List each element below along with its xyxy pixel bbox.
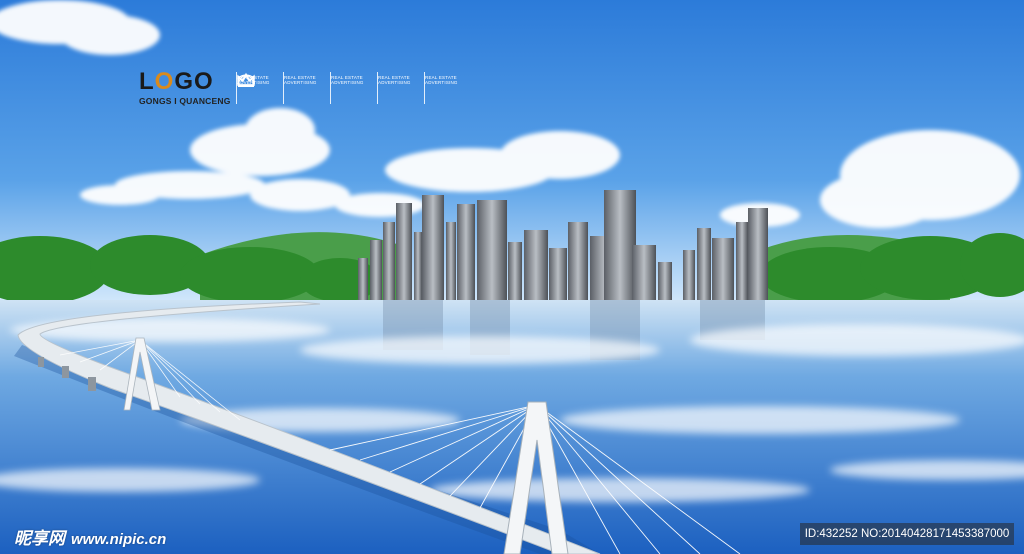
watermark-site-name: 昵享网 (14, 529, 65, 548)
watermark-site: 昵享网 www.nipic.cn (14, 524, 166, 549)
crown-badge: REAL ESTATE ADVERTISING (237, 72, 424, 104)
crown-badge: REAL ESTATE ADVERTISING (237, 72, 471, 104)
crown-icon (237, 74, 255, 87)
logo: LOGO GONGS I QUANCENG (139, 68, 231, 107)
watermark-id: ID:432252 NO:20140428171453387000 (800, 523, 1014, 545)
crown-badge-row: REAL ESTATE ADVERTISING REAL ESTATE ADVE… (236, 72, 471, 104)
crown-badge: REAL ESTATE ADVERTISING (238, 72, 377, 104)
watermark-url: www.nipic.cn (71, 531, 167, 548)
crown-badge: REAL ESTATE ADVERTISING (237, 72, 330, 104)
logo-title: LOGO (139, 68, 214, 95)
poster-scene: LOGO GONGS I QUANCENG REAL ESTATE ADVERT… (0, 0, 1024, 554)
logo-subtitle: GONGS I QUANCENG (139, 96, 231, 106)
